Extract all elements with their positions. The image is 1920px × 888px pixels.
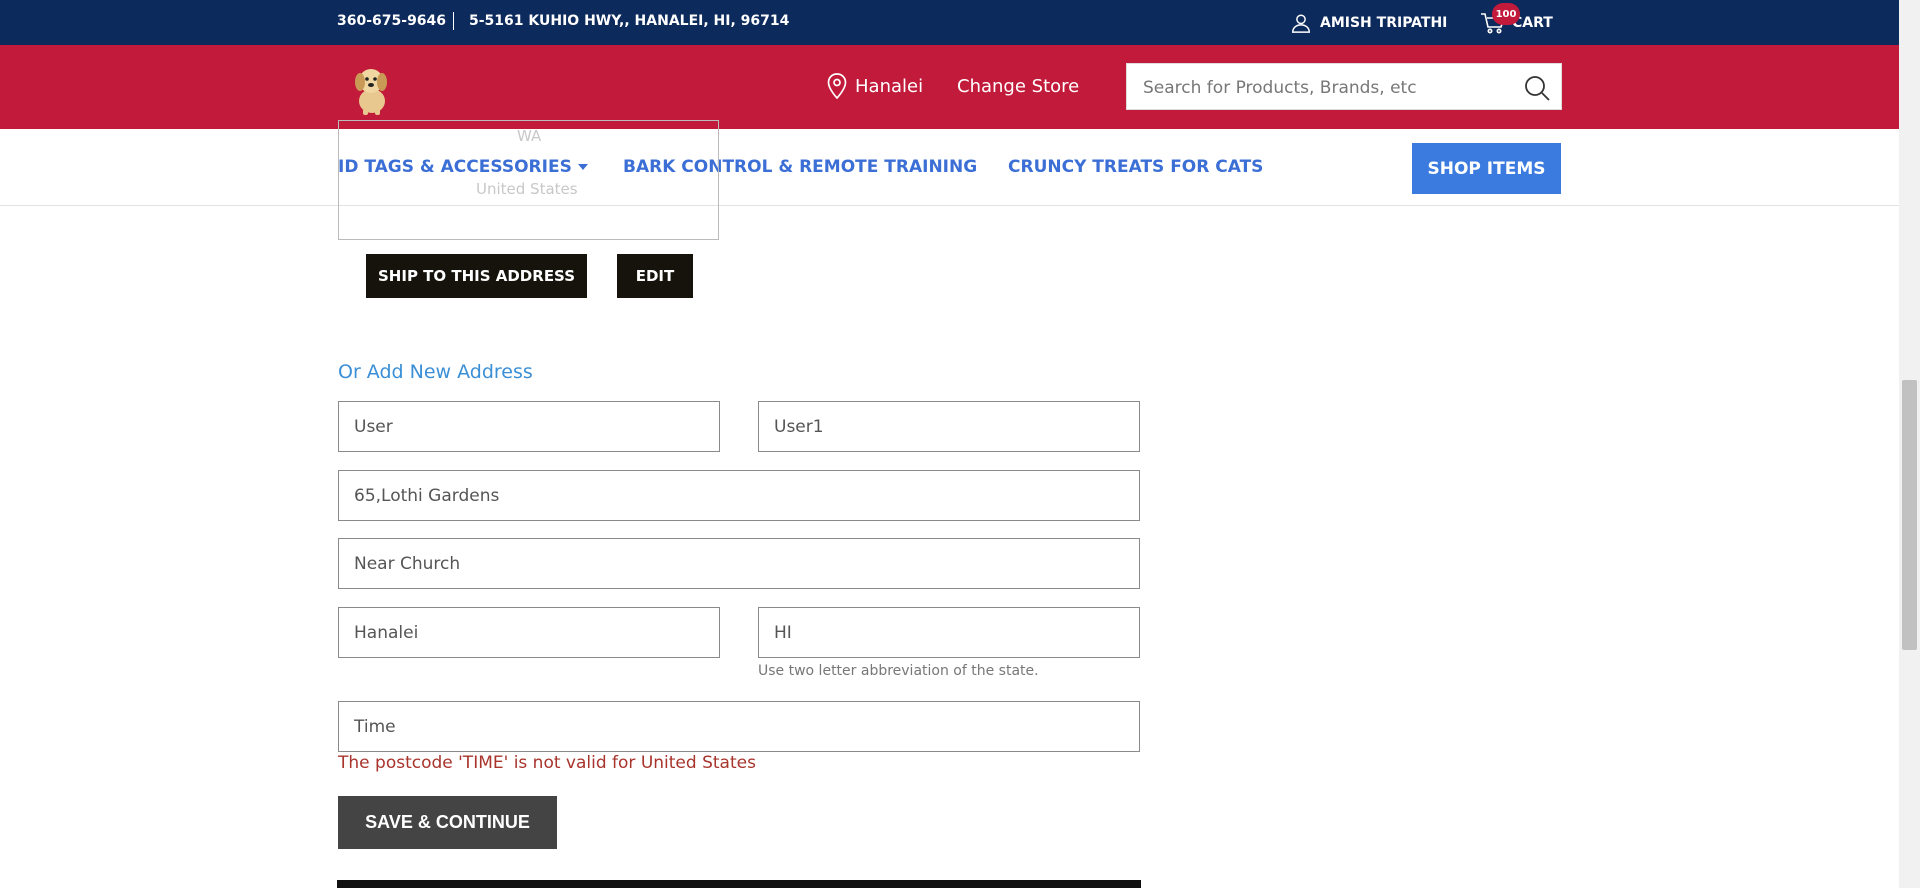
account-link[interactable]: AMISH TRIPATHI [1290, 11, 1447, 35]
edit-address-button[interactable]: EDIT [617, 254, 693, 298]
scrollbar[interactable] [1899, 0, 1920, 888]
add-address-heading: Or Add New Address [338, 361, 533, 383]
dog-logo[interactable] [345, 63, 397, 115]
change-store-link[interactable]: Change Store [957, 76, 1079, 97]
state-hint: Use two letter abbreviation of the state… [758, 663, 1039, 679]
category-nav: ID TAGS & ACCESSORIES BARK CONTROL & REM… [0, 129, 1899, 206]
ship-to-address-button[interactable]: SHIP TO THIS ADDRESS [366, 254, 587, 298]
next-section-edge [337, 880, 1141, 888]
saved-country: United States [476, 180, 578, 198]
search-icon[interactable] [1523, 74, 1551, 102]
user-name: AMISH TRIPATHI [1320, 15, 1448, 31]
store-phone[interactable]: 360-675-9646 [337, 13, 446, 29]
nav-item-cat-treats[interactable]: CRUNCY TREATS FOR CATS [1008, 157, 1263, 177]
store-location[interactable]: Hanalei [827, 73, 923, 99]
user-icon [1292, 14, 1310, 33]
first-name-field[interactable] [338, 401, 720, 452]
location-name: Hanalei [855, 75, 924, 97]
cart-link[interactable]: 100 CART [1480, 3, 1553, 35]
save-continue-button[interactable]: SAVE & CONTINUE [338, 796, 557, 849]
last-name-field[interactable] [758, 401, 1140, 452]
shop-items-button[interactable]: SHOP ITEMS [1412, 143, 1561, 194]
postcode-error: The postcode 'TIME' is not valid for Uni… [338, 753, 756, 773]
address-line2-field[interactable] [338, 538, 1140, 589]
scrollbar-thumb[interactable] [1902, 380, 1917, 650]
address-line1-field[interactable] [338, 470, 1140, 521]
top-bar: 360-675-9646 5-5161 KUHIO HWY,, HANALEI,… [0, 0, 1899, 45]
search-box [1126, 63, 1562, 110]
cart-count-badge: 100 [1492, 3, 1520, 25]
divider [453, 12, 454, 30]
state-field[interactable] [758, 607, 1140, 658]
cart-icon: 100 [1480, 3, 1520, 35]
city-field[interactable] [338, 607, 720, 658]
main-header [0, 45, 1899, 129]
saved-address-card: WA United States [338, 120, 719, 240]
location-pin-icon [827, 73, 847, 99]
saved-state: WA [517, 127, 542, 145]
store-address: 5-5161 KUHIO HWY,, HANALEI, HI, 96714 [469, 13, 790, 29]
search-input[interactable] [1141, 76, 1505, 100]
postcode-field[interactable] [338, 701, 1140, 752]
